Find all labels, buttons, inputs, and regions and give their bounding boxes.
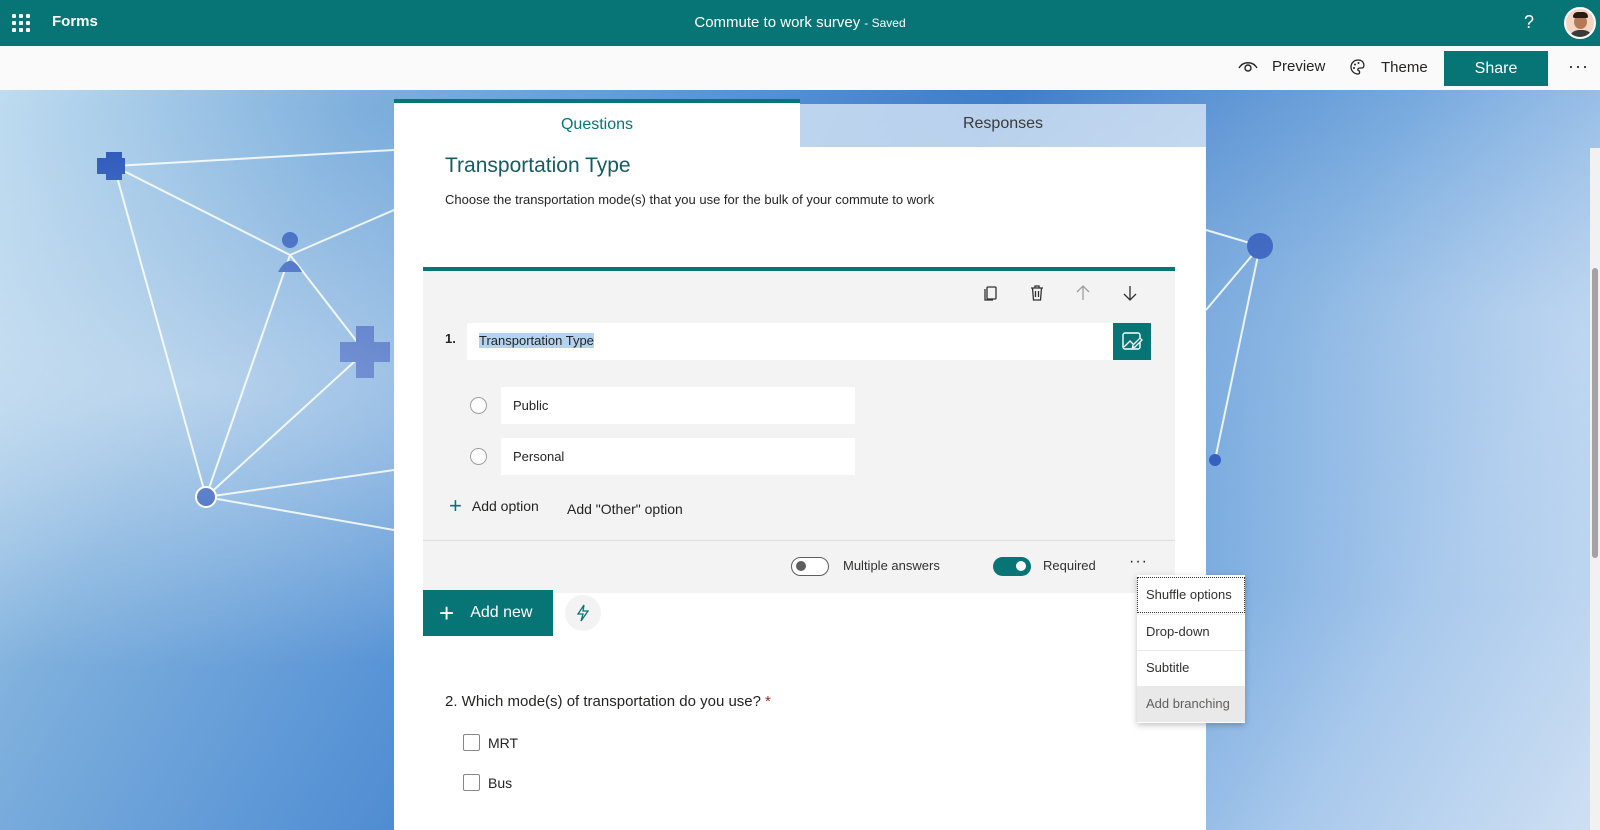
- option-radio: [470, 397, 487, 414]
- checkbox[interactable]: [463, 774, 480, 791]
- page-scrollbar[interactable]: [1590, 148, 1600, 830]
- scrollbar-thumb[interactable]: [1592, 268, 1598, 558]
- image-edit-icon: [1122, 332, 1143, 350]
- option-label-mrt: MRT: [488, 735, 519, 751]
- option-radio: [470, 448, 487, 465]
- question-title-input[interactable]: Transportation Type: [467, 323, 1113, 360]
- question-more-menu: Shuffle options Drop-down Subtitle Add b…: [1137, 575, 1245, 723]
- required-toggle[interactable]: [993, 557, 1031, 576]
- menu-item-shuffle-options[interactable]: Shuffle options: [1137, 577, 1245, 613]
- move-up-icon[interactable]: [1073, 283, 1093, 303]
- multiple-answers-toggle[interactable]: [791, 557, 829, 576]
- insert-suggestion-button[interactable]: [565, 595, 601, 631]
- question-2-text: 2. Which mode(s) of transportation do yo…: [445, 693, 761, 710]
- required-label: Required: [1043, 558, 1096, 573]
- question-more-icon[interactable]: ···: [1129, 553, 1148, 571]
- form-title-text[interactable]: Commute to work survey: [694, 14, 860, 31]
- question-2-title[interactable]: 2. Which mode(s) of transportation do yo…: [445, 693, 771, 710]
- checkbox[interactable]: [463, 734, 480, 751]
- tab-questions[interactable]: Questions: [394, 99, 800, 147]
- question-footer: Multiple answers Required ···: [423, 540, 1175, 593]
- tab-responses[interactable]: Responses: [800, 104, 1206, 147]
- saved-status: - Saved: [864, 16, 906, 30]
- add-option-label: Add option: [471, 498, 539, 514]
- help-icon[interactable]: ?: [1524, 12, 1534, 33]
- plus-icon: +: [439, 598, 455, 628]
- theme-button[interactable]: Theme: [1349, 58, 1428, 76]
- add-option-button[interactable]: + Add option: [449, 493, 539, 518]
- avatar[interactable]: [1564, 7, 1596, 39]
- option-input-public[interactable]: Public: [501, 387, 855, 424]
- add-other-option-button[interactable]: Add "Other" option: [567, 501, 683, 517]
- share-button[interactable]: Share: [1444, 51, 1548, 86]
- section-subtitle[interactable]: Choose the transportation mode(s) that y…: [445, 192, 934, 207]
- required-marker: *: [765, 693, 771, 710]
- more-options-icon[interactable]: ···: [1568, 56, 1589, 77]
- option-input-personal[interactable]: Personal: [501, 438, 855, 475]
- option-label-bus: Bus: [488, 775, 513, 791]
- preview-button[interactable]: Preview: [1238, 58, 1325, 75]
- menu-item-subtitle[interactable]: Subtitle: [1137, 650, 1245, 686]
- section-title[interactable]: Transportation Type: [445, 154, 631, 178]
- eye-icon: [1238, 61, 1258, 72]
- command-bar: Preview Theme: [0, 46, 1600, 90]
- lightning-icon: [576, 604, 590, 622]
- copy-question-icon[interactable]: [981, 283, 1001, 303]
- palette-icon: [1350, 59, 1365, 75]
- app-header: Forms Commute to work survey - Saved ?: [0, 0, 1600, 46]
- question-title-text: Transportation Type: [479, 333, 594, 348]
- move-down-icon[interactable]: [1120, 283, 1140, 303]
- plus-icon: +: [449, 493, 462, 518]
- add-new-button[interactable]: + Add new: [423, 590, 553, 636]
- menu-item-add-branching[interactable]: Add branching: [1137, 686, 1245, 722]
- form-title: Commute to work survey - Saved: [0, 14, 1600, 31]
- preview-label: Preview: [1272, 58, 1326, 75]
- form-editor-card: Transportation Type Choose the transport…: [394, 147, 1206, 830]
- question-editor: 1. Transportation Type Public Personal +…: [423, 267, 1175, 593]
- theme-label: Theme: [1381, 58, 1428, 76]
- menu-item-drop-down[interactable]: Drop-down: [1137, 614, 1245, 650]
- insert-media-button[interactable]: [1113, 323, 1151, 360]
- delete-question-icon[interactable]: [1027, 283, 1047, 303]
- question-number: 1.: [445, 331, 456, 346]
- multiple-answers-label: Multiple answers: [843, 558, 940, 573]
- form-tabs: Questions Responses: [394, 99, 1206, 147]
- add-new-label: Add new: [470, 604, 533, 621]
